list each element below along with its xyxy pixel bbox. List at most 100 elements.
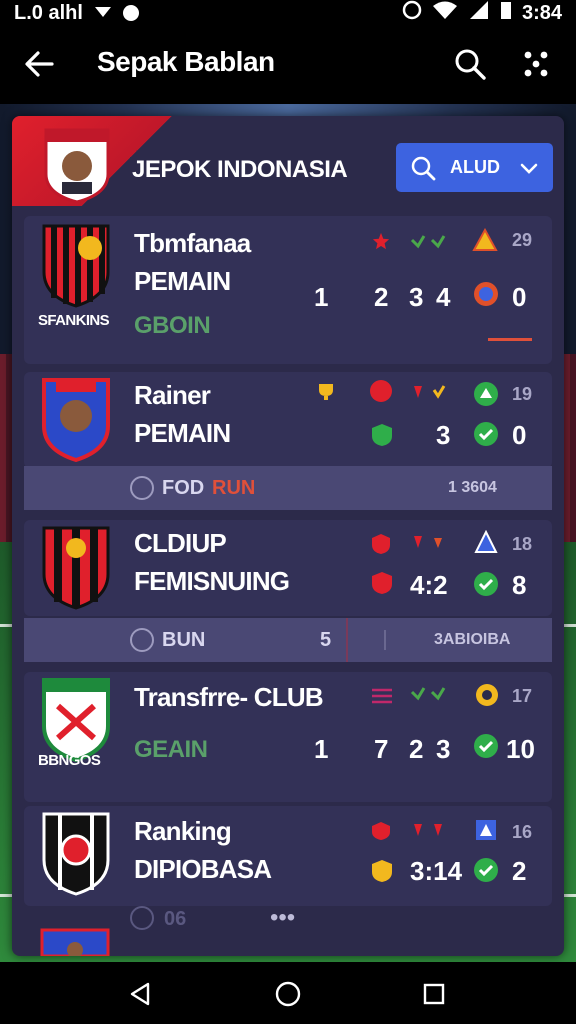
club-card[interactable]: CLDIUP FEMISNUING 18 4:2 8 xyxy=(24,520,552,616)
home-nav-button[interactable] xyxy=(274,980,302,1008)
boot-icon xyxy=(474,382,498,406)
match-label: FOD xyxy=(162,477,205,499)
club-rank: 18 xyxy=(512,534,533,554)
shield-icon xyxy=(372,534,390,554)
stat-value: 2 xyxy=(374,282,389,312)
warning-icon xyxy=(472,228,498,251)
search-icon xyxy=(411,156,436,180)
system-nav-bar xyxy=(0,962,576,1024)
indicator-line xyxy=(488,338,532,341)
club-card[interactable]: SFANKINS Tbmfanaa PEMAIN GBOIN 29 1 2 3 … xyxy=(24,216,552,364)
club-crest-icon xyxy=(42,224,110,308)
national-team-crest-icon xyxy=(44,128,110,204)
shield-icon xyxy=(372,424,392,446)
stat-total: 0 xyxy=(512,282,527,312)
club-crest-icon xyxy=(42,812,110,896)
boot-badge-icon xyxy=(476,820,496,840)
status-left-text: L.0 alhl xyxy=(14,1,83,24)
stat-value: 3 xyxy=(436,420,451,450)
stat-value: 7 xyxy=(374,734,389,764)
club-rank: 29 xyxy=(512,230,533,250)
grid-dots-icon xyxy=(524,51,548,77)
club-subtitle: FEMISNUING xyxy=(134,566,290,596)
trophy-icon xyxy=(319,384,333,402)
stat-value: 2 xyxy=(409,734,424,764)
club-crest-icon xyxy=(40,928,110,956)
match-value: 3ABIOIBA xyxy=(434,631,511,648)
club-card[interactable]: Rainer PEMAIN 19 3 0 xyxy=(24,372,552,468)
match-value: 1 3604 xyxy=(448,479,497,496)
check-icon xyxy=(474,422,498,446)
page-title: Sepak Bablan xyxy=(97,46,275,77)
club-rank: 19 xyxy=(512,384,533,404)
divider xyxy=(346,618,348,662)
stat-value: 4 xyxy=(436,282,451,312)
recents-nav-button[interactable] xyxy=(420,980,448,1008)
chevron-down-icon xyxy=(520,163,538,174)
match-status: RUN xyxy=(212,477,256,499)
stat-value: 3:14 xyxy=(410,856,463,886)
filter-dropdown[interactable]: ALUD xyxy=(396,143,553,192)
club-rank: 17 xyxy=(512,686,533,706)
divider xyxy=(384,630,386,650)
club-status: GBOIN xyxy=(134,312,211,339)
more-button[interactable]: ••• xyxy=(270,904,295,932)
stat-value: 1 xyxy=(314,282,329,312)
shield-badge-icon xyxy=(474,282,498,306)
club-tag: SFANKINS xyxy=(38,312,110,329)
ball-icon xyxy=(130,476,154,500)
app-notification-icon xyxy=(122,5,139,21)
back-nav-button[interactable] xyxy=(126,980,154,1008)
back-button[interactable] xyxy=(22,46,58,82)
form-icon xyxy=(414,385,446,399)
shield-icon xyxy=(372,822,390,840)
shield-icon xyxy=(372,572,392,594)
shield-icon xyxy=(372,860,392,882)
club-crest-icon xyxy=(42,378,110,462)
club-card[interactable]: BBNGOS Transfrre- CLUB GEAIN 17 1 7 2 3 … xyxy=(24,672,552,802)
club-crest-icon xyxy=(42,526,110,610)
arrow-left-icon xyxy=(25,51,54,77)
red-dot-icon xyxy=(370,380,392,402)
stripes-icon xyxy=(372,688,392,704)
ball-icon xyxy=(130,906,154,930)
club-crest-icon xyxy=(42,678,110,762)
club-tag: BBNGOS xyxy=(38,752,101,769)
club-subtitle: DIPIOBASA xyxy=(134,854,272,884)
stat-total: 0 xyxy=(512,420,527,450)
app-bar: Sepak Bablan xyxy=(0,26,576,104)
match-count: 5 xyxy=(320,629,332,651)
ball-icon xyxy=(130,628,154,652)
battery-icon xyxy=(500,0,512,26)
club-name: Ranking xyxy=(134,816,232,846)
status-bar: L.0 alhl 3:84 xyxy=(0,0,576,26)
club-subtitle: PEMAIN xyxy=(134,266,231,296)
club-name: Rainer xyxy=(134,380,211,410)
stat-value: 1 xyxy=(314,734,329,764)
filter-label: ALUD xyxy=(450,157,500,177)
club-status: GEAIN xyxy=(134,736,208,763)
search-icon xyxy=(455,49,486,80)
stat-value: 3 xyxy=(409,282,424,312)
match-label: BUN xyxy=(162,629,206,651)
club-card[interactable]: Ranking DIPIOBASA 16 3:14 2 xyxy=(24,806,552,906)
wifi-icon xyxy=(432,0,458,26)
red-card-icon xyxy=(372,232,390,250)
match-info-bar[interactable]: FOD RUN 1 3604 xyxy=(24,466,552,510)
league-title: JEPOK INDONASIA xyxy=(132,156,348,183)
footer-label: 06 xyxy=(164,908,187,930)
notification-icon xyxy=(93,2,113,25)
more-options-button[interactable] xyxy=(520,48,552,80)
club-subtitle: PEMAIN xyxy=(134,418,231,448)
search-button[interactable] xyxy=(452,46,488,82)
check-icon xyxy=(474,858,498,882)
triangle-badge-icon xyxy=(474,530,498,553)
form-icon xyxy=(414,536,442,548)
coin-icon xyxy=(476,684,498,706)
club-name: Transfrre- CLUB xyxy=(134,682,324,712)
stat-total: 8 xyxy=(512,570,527,600)
club-name: Tbmfanaa xyxy=(134,228,251,258)
form-icon xyxy=(410,235,446,249)
check-icon xyxy=(474,572,498,596)
match-info-bar[interactable]: BUN 5 3ABIOIBA xyxy=(24,618,552,662)
